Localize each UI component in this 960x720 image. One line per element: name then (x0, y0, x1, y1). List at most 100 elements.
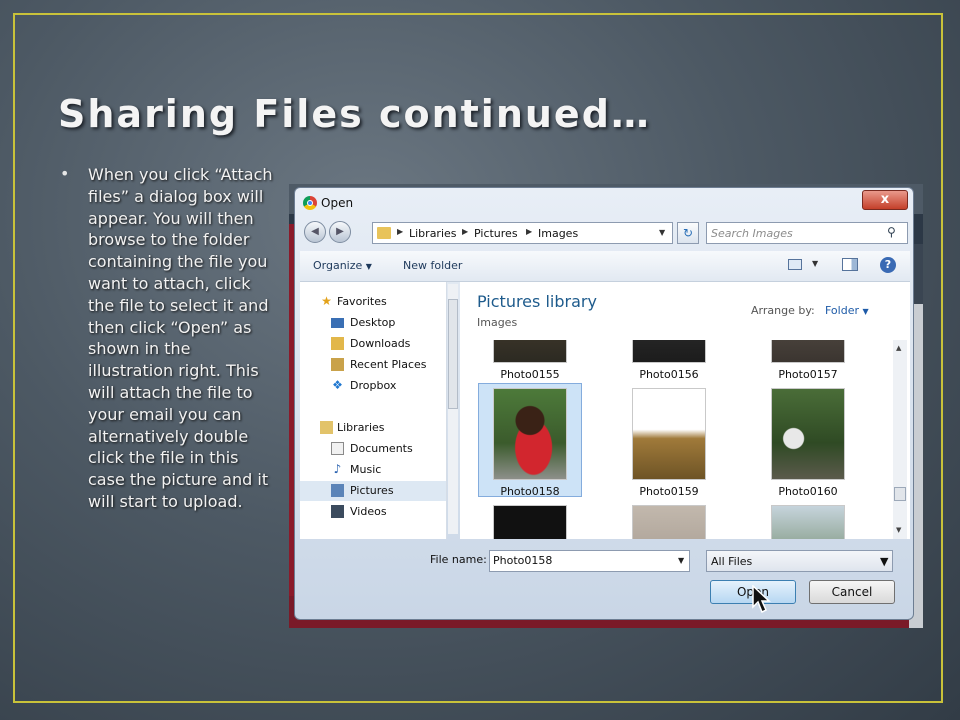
nav-documents[interactable]: Documents (300, 439, 446, 459)
mouse-cursor-icon (752, 585, 771, 614)
libraries-icon (320, 421, 333, 434)
bullet-text: When you click “Attach files” a dialog b… (88, 165, 273, 511)
nav-recent-places[interactable]: Recent Places (300, 355, 446, 375)
help-icon[interactable]: ? (880, 257, 896, 273)
file-pane: Pictures library Images Arrange by: Fold… (460, 282, 910, 539)
nav-dropbox-label: Dropbox (350, 379, 397, 392)
nav-favorites[interactable]: ★ Favorites (300, 292, 446, 312)
bullet-dot: • (60, 164, 70, 183)
nav-pictures[interactable]: Pictures (300, 481, 446, 501)
dialog-title: Open (321, 196, 354, 210)
documents-icon (331, 442, 344, 455)
nav-libraries[interactable]: Libraries (300, 418, 446, 438)
file-type-value: All Files (711, 555, 753, 568)
file-grid: Photo0155 Photo0156 Photo0157 Photo0158 (460, 340, 893, 539)
scroll-down-icon[interactable]: ▼ (896, 526, 901, 534)
chevron-down-icon[interactable]: ▼ (678, 556, 684, 565)
arrange-by-value: Folder (825, 304, 859, 317)
photo-thumbnail (772, 506, 844, 539)
file-pane-scrollbar[interactable]: ▲ ▼ (893, 340, 907, 539)
dropbox-icon: ❖ (332, 378, 343, 392)
nav-videos[interactable]: Videos (300, 502, 446, 522)
dialog-footer: File name: ▼ All Files ▼ Open Cancel (300, 541, 910, 616)
library-title: Pictures library (477, 292, 597, 311)
address-bar[interactable]: ▶ Libraries ▶ Pictures ▶ Images ▼ (372, 222, 673, 244)
scroll-up-icon[interactable]: ▲ (896, 344, 901, 352)
photo-thumbnail (772, 340, 844, 362)
nav-recent-places-label: Recent Places (350, 358, 427, 371)
photo-thumbnail (494, 506, 566, 539)
close-button[interactable]: x (862, 190, 908, 210)
chevron-down-icon: ▼ (880, 555, 889, 568)
desktop-icon (331, 318, 344, 328)
view-icon[interactable] (788, 259, 802, 270)
nav-music[interactable]: ♪ Music (300, 460, 446, 480)
file-name: Photo0160 (778, 485, 838, 498)
breadcrumb-libraries[interactable]: Libraries (409, 227, 457, 240)
nav-pictures-label: Pictures (350, 484, 394, 497)
scroll-thumb[interactable] (894, 487, 906, 501)
photo-thumbnail (633, 506, 705, 539)
new-folder-button[interactable]: New folder (403, 259, 462, 272)
folder-icon (377, 227, 391, 239)
nav-libraries-label: Libraries (337, 421, 385, 434)
nav-videos-label: Videos (350, 505, 387, 518)
search-icon[interactable]: ⚲ (887, 225, 896, 239)
open-dialog: Open x ◀ ▶ ▶ Libraries ▶ Pictures ▶ Imag… (294, 187, 914, 620)
organize-button[interactable]: Organize ▼ (313, 259, 372, 272)
cancel-button[interactable]: Cancel (809, 580, 895, 604)
photo-thumbnail (494, 389, 566, 479)
file-name: Photo0157 (778, 368, 838, 381)
chevron-right-icon[interactable]: ▶ (526, 227, 532, 236)
recent-places-icon (331, 358, 344, 371)
file-name: Photo0159 (639, 485, 699, 498)
navigation-pane: ★ Favorites Desktop Downloads Recent Pla… (300, 282, 447, 539)
nav-downloads-label: Downloads (350, 337, 411, 350)
chevron-down-icon: ▼ (365, 262, 372, 271)
arrange-by-dropdown[interactable]: Folder ▼ (825, 304, 869, 317)
scroll-thumb[interactable] (448, 299, 458, 409)
chevron-down-icon: ▼ (862, 307, 869, 316)
file-name-input[interactable] (493, 554, 663, 567)
file-name: Photo0155 (500, 368, 560, 381)
forward-button[interactable]: ▶ (329, 221, 351, 243)
videos-icon (331, 505, 344, 518)
preview-pane-icon[interactable] (842, 258, 858, 271)
breadcrumb-images[interactable]: Images (538, 227, 578, 240)
nav-desktop[interactable]: Desktop (300, 313, 446, 333)
breadcrumb-pictures[interactable]: Pictures (474, 227, 518, 240)
photo-thumbnail (633, 389, 705, 479)
view-dropdown-icon[interactable]: ▼ (812, 259, 818, 268)
nav-downloads[interactable]: Downloads (300, 334, 446, 354)
nav-documents-label: Documents (350, 442, 413, 455)
slide-title: Sharing Files continued… (58, 92, 651, 136)
arrange-by-label: Arrange by: (751, 304, 815, 317)
refresh-button[interactable]: ↻ (677, 222, 699, 244)
file-name-label: File name: (430, 553, 487, 566)
pictures-icon (331, 484, 344, 497)
address-dropdown-icon[interactable]: ▼ (659, 228, 665, 237)
nav-dropbox[interactable]: ❖ Dropbox (300, 376, 446, 396)
music-icon: ♪ (333, 462, 342, 476)
chevron-right-icon[interactable]: ▶ (462, 227, 468, 236)
photo-thumbnail (772, 389, 844, 479)
chevron-right-icon[interactable]: ▶ (397, 227, 403, 236)
downloads-folder-icon (331, 337, 344, 350)
library-subtitle: Images (477, 316, 518, 329)
organize-label: Organize (313, 259, 363, 272)
star-icon: ★ (321, 294, 332, 308)
nav-music-label: Music (350, 463, 382, 476)
nav-scrollbar[interactable] (448, 284, 458, 534)
nav-desktop-label: Desktop (350, 316, 396, 329)
search-input[interactable] (711, 225, 881, 241)
nav-favorites-label: Favorites (337, 295, 387, 308)
photo-thumbnail (633, 340, 705, 362)
command-toolbar: Organize ▼ New folder ▼ ? (300, 251, 910, 282)
dialog-screenshot: Open x ◀ ▶ ▶ Libraries ▶ Pictures ▶ Imag… (289, 184, 923, 628)
chrome-icon (303, 196, 317, 210)
search-box[interactable]: ⚲ (706, 222, 908, 244)
back-button[interactable]: ◀ (304, 221, 326, 243)
file-name-field[interactable]: ▼ (489, 550, 690, 572)
file-name: Photo0158 (500, 485, 560, 498)
file-type-select[interactable]: All Files ▼ (706, 550, 893, 572)
